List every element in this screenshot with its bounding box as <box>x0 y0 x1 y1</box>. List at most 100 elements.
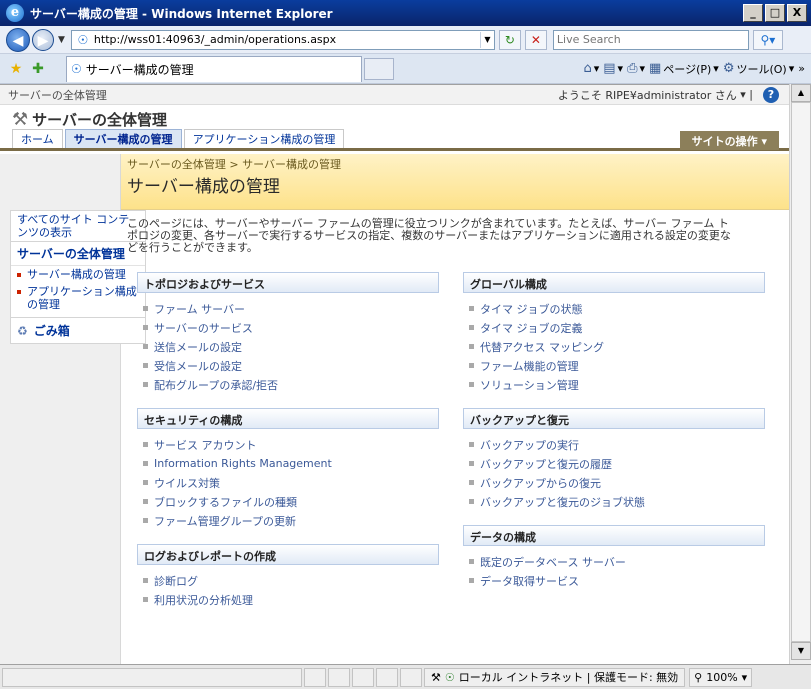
search-field[interactable] <box>552 29 749 50</box>
admin-link-label: ウイルス対策 <box>154 476 220 490</box>
admin-link[interactable]: サービス アカウント <box>143 435 439 454</box>
square-bullet-icon <box>143 442 148 447</box>
status-bar: ⚒ ☉ ローカル イントラネット | 保護モード: 無効 ⚲ 100% ▾ <box>0 664 811 689</box>
admin-link[interactable]: ファーム管理グループの更新 <box>143 511 439 530</box>
square-bullet-icon <box>143 325 148 330</box>
admin-link[interactable]: Information Rights Management <box>143 454 439 473</box>
tools-menu[interactable]: ⚙ ツール(O) ▾ <box>723 61 794 77</box>
site-actions-menu[interactable]: サイトの操作 ▾ <box>679 131 779 150</box>
scroll-up-icon[interactable]: ▲ <box>791 84 811 102</box>
admin-link[interactable]: 受信メールの設定 <box>143 356 439 375</box>
admin-link[interactable]: バックアップの実行 <box>469 435 765 454</box>
section-security: セキュリティの構成 サービス アカウント Information Rights … <box>137 408 439 530</box>
url-input[interactable] <box>93 31 480 48</box>
back-button[interactable]: ◀ <box>6 27 30 52</box>
refresh-button[interactable]: ↻ <box>498 29 521 50</box>
square-bullet-icon <box>469 559 474 564</box>
section-heading: ログおよびレポートの作成 <box>137 544 439 565</box>
right-column: グローバル構成 タイマ ジョブの状態 タイマ ジョブの定義 代替アクセス マッピ… <box>463 272 765 623</box>
admin-link[interactable]: 配布グループの承認/拒否 <box>143 375 439 394</box>
site-actions-label: サイトの操作 <box>691 135 758 148</box>
admin-link[interactable]: データ取得サービス <box>469 571 765 590</box>
tab-label: サーバー構成の管理 <box>85 62 194 77</box>
address-dropdown-icon[interactable]: ▼ <box>479 31 494 48</box>
maximize-button[interactable]: □ <box>765 4 785 22</box>
ie-logo-icon: e <box>6 4 24 22</box>
quick-launch-item-label: サーバー構成の管理 <box>27 268 126 281</box>
admin-link[interactable]: ファーム機能の管理 <box>469 356 765 375</box>
admin-link[interactable]: ブロックするファイルの種類 <box>143 492 439 511</box>
square-bullet-icon <box>143 344 148 349</box>
square-bullet-icon <box>143 363 148 368</box>
chevron-right-icon[interactable]: » <box>798 62 805 75</box>
admin-link[interactable]: バックアップからの復元 <box>469 473 765 492</box>
breadcrumb[interactable]: サーバーの全体管理 > サーバー構成の管理 <box>127 156 783 172</box>
site-title[interactable]: サーバーの全体管理 <box>32 109 167 130</box>
square-bullet-icon <box>143 518 148 523</box>
nav-tab-server-config[interactable]: サーバー構成の管理 <box>64 129 182 148</box>
search-button[interactable]: ⚲▾ <box>752 29 783 50</box>
admin-link-label: ソリューション管理 <box>480 378 579 392</box>
security-zone[interactable]: ⚒ ☉ ローカル イントラネット | 保護モード: 無効 <box>424 667 686 687</box>
browser-tab[interactable]: ☉ サーバー構成の管理 <box>66 55 362 82</box>
admin-link[interactable]: バックアップと復元の履歴 <box>469 454 765 473</box>
admin-link[interactable]: ファーム サーバー <box>143 299 439 318</box>
admin-link[interactable]: 既定のデータベース サーバー <box>469 552 765 571</box>
print-button[interactable]: ⎙ ▾ <box>627 61 645 76</box>
section-heading: データの構成 <box>463 525 765 546</box>
admin-link[interactable]: サーバーのサービス <box>143 318 439 337</box>
nav-tab-home[interactable]: ホーム <box>12 129 63 148</box>
admin-link-label: 利用状況の分析処理 <box>154 593 253 607</box>
scroll-down-icon[interactable]: ▼ <box>791 642 811 660</box>
main-area: すべてのサイト コンテンツの表示 サーバーの全体管理 サーバー構成の管理 アプリ… <box>0 154 789 664</box>
admin-link-label: サービス アカウント <box>154 438 257 452</box>
square-bullet-icon <box>143 480 148 485</box>
forward-button[interactable]: ▶ <box>32 28 54 51</box>
recycle-bin-icon: ♻ <box>17 323 28 338</box>
minimize-button[interactable]: _ <box>743 4 763 22</box>
zoom-control[interactable]: ⚲ 100% ▾ <box>689 667 753 687</box>
admin-link-label: 診断ログ <box>154 574 198 588</box>
stop-button[interactable]: ✕ <box>524 29 547 50</box>
nav-tab-app-config[interactable]: アプリケーション構成の管理 <box>183 129 345 148</box>
page-menu[interactable]: ▦ ページ(P) ▾ <box>649 61 719 77</box>
favorites-star-icon[interactable]: ★ <box>6 61 26 77</box>
square-bullet-icon <box>143 578 148 583</box>
admin-link-label: 代替アクセス マッピング <box>480 340 604 354</box>
admin-link-label: サーバーのサービス <box>154 321 253 335</box>
global-site-link[interactable]: サーバーの全体管理 <box>8 87 107 103</box>
bullet-icon <box>17 290 21 294</box>
home-button[interactable]: ⌂ ▾ <box>583 61 599 76</box>
bullet-icon <box>17 273 21 277</box>
admin-link[interactable]: 送信メールの設定 <box>143 337 439 356</box>
admin-link[interactable]: タイマ ジョブの状態 <box>469 299 765 318</box>
print-icon: ⎙ <box>627 61 638 76</box>
close-button[interactable]: X <box>787 4 807 22</box>
admin-link[interactable]: ウイルス対策 <box>143 473 439 492</box>
new-tab-button[interactable] <box>364 57 394 80</box>
section-topology: トポロジおよびサービス ファーム サーバー サーバーのサービス 送信メールの設定… <box>137 272 439 394</box>
window-title: サーバー構成の管理 - Windows Internet Explorer <box>30 6 333 21</box>
page-menu-label: ページ(P) <box>663 62 712 76</box>
status-pane <box>328 667 350 687</box>
zoom-dropdown-icon[interactable]: ▾ <box>742 671 748 684</box>
status-pane <box>352 667 374 687</box>
admin-link[interactable]: 診断ログ <box>143 571 439 590</box>
admin-link[interactable]: バックアップと復元のジョブ状態 <box>469 492 765 511</box>
help-icon[interactable]: ? <box>763 86 779 103</box>
admin-link[interactable]: タイマ ジョブの定義 <box>469 318 765 337</box>
tab-page-icon: ☉ <box>71 62 82 76</box>
admin-link[interactable]: ソリューション管理 <box>469 375 765 394</box>
address-field[interactable]: ☉ ▼ <box>70 29 495 50</box>
history-dropdown-icon[interactable]: ▼ <box>58 35 65 45</box>
add-favorite-icon[interactable]: ✚ <box>28 61 48 77</box>
search-input[interactable] <box>553 30 748 49</box>
scroll-thumb[interactable] <box>791 102 811 642</box>
welcome-menu[interactable]: ようこそ RIPE¥administrator さん ▾ | ? <box>558 86 789 103</box>
square-bullet-icon <box>469 344 474 349</box>
admin-link[interactable]: 代替アクセス マッピング <box>469 337 765 356</box>
admin-link[interactable]: 利用状況の分析処理 <box>143 590 439 609</box>
vertical-scrollbar[interactable]: ▲ ▼ <box>789 84 811 664</box>
feeds-button[interactable]: ▤ ▾ <box>603 61 623 76</box>
status-pane <box>304 667 326 687</box>
